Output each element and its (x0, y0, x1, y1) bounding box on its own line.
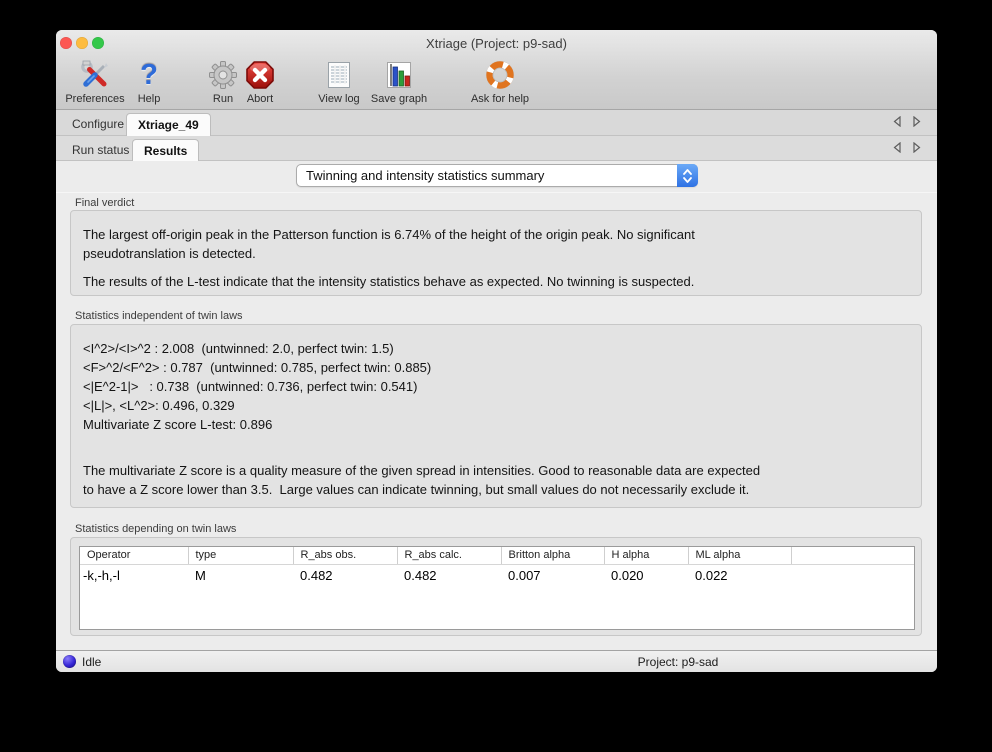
column-header-blank (791, 547, 914, 564)
bar-graph-icon (382, 58, 416, 92)
cell-r-abs-obs: 0.482 (293, 564, 397, 583)
toolbar-button-label: Save graph (371, 93, 427, 105)
toolbar-button-label: Preferences (65, 93, 124, 105)
twin-independent-box: <I^2>/<I>^2 : 2.008 (untwinned: 2.0, per… (70, 324, 922, 508)
final-verdict-paragraph: The results of the L-test indicate that … (83, 272, 909, 291)
toolbar-button-label: Ask for help (471, 93, 529, 105)
tab-scroll-left-icon[interactable] (893, 142, 901, 153)
toolbar-button-label: View log (318, 93, 359, 105)
window-title: Xtriage (Project: p9-sad) (56, 36, 937, 51)
tab-run-status[interactable]: Run status (61, 139, 140, 162)
tab-scroll-right-icon[interactable] (913, 116, 921, 127)
separator-line (56, 192, 937, 193)
tab-configure[interactable]: Configure (61, 113, 135, 136)
column-header-ml-alpha[interactable]: ML alpha (688, 547, 791, 564)
tab-scroll-left-icon[interactable] (893, 116, 901, 127)
help-button[interactable]: ? Help (129, 58, 169, 108)
final-verdict-paragraph: The largest off-origin peak in the Patte… (83, 225, 909, 263)
column-header-h-alpha[interactable]: H alpha (604, 547, 688, 564)
project-label: Project: p9-sad (618, 655, 738, 669)
column-header-r-abs-obs[interactable]: R_abs obs. (293, 547, 397, 564)
window-chrome: Xtriage (Project: p9-sad) Preferences ? … (56, 30, 937, 110)
preferences-button[interactable]: Preferences (60, 58, 130, 108)
column-header-type[interactable]: type (188, 547, 293, 564)
tab-xtriage-49[interactable]: Xtriage_49 (126, 113, 211, 136)
section-title-twin-dependent: Statistics depending on twin laws (75, 523, 236, 535)
save-graph-button[interactable]: Save graph (366, 58, 432, 108)
tab-results[interactable]: Results (132, 139, 199, 162)
tab-scroll-right-icon[interactable] (913, 142, 921, 153)
main-tab-bar: Configure Xtriage_49 (56, 110, 937, 136)
twin-dependent-box: Operator type R_abs obs. R_abs calc. Bri… (70, 537, 922, 636)
toolbar-button-label: Abort (247, 93, 273, 105)
toolbar-button-label: Run (213, 93, 233, 105)
statusbar: Idle Project: p9-sad (56, 651, 937, 672)
column-header-r-abs-calc[interactable]: R_abs calc. (397, 547, 501, 564)
section-title-twin-independent: Statistics independent of twin laws (75, 310, 243, 322)
report-section-select[interactable]: Twinning and intensity statistics summar… (296, 164, 698, 187)
chevron-up-down-icon (677, 164, 698, 187)
table-header-row: Operator type R_abs obs. R_abs calc. Bri… (80, 547, 914, 564)
results-panel: Twinning and intensity statistics summar… (56, 161, 937, 650)
view-log-button[interactable]: View log (313, 58, 365, 108)
cell-r-abs-calc: 0.482 (397, 564, 501, 583)
status-text: Idle (82, 655, 101, 669)
intensity-statistics-values: <I^2>/<I>^2 : 2.008 (untwinned: 2.0, per… (83, 339, 909, 434)
cell-operator: -k,-h,-l (80, 564, 188, 583)
twin-law-table: Operator type R_abs obs. R_abs calc. Bri… (79, 546, 915, 630)
status-indicator-icon (63, 655, 76, 668)
final-verdict-box: The largest off-origin peak in the Patte… (70, 210, 922, 296)
cell-britton-alpha: 0.007 (501, 564, 604, 583)
cell-type: M (188, 564, 293, 583)
ask-for-help-button[interactable]: Ask for help (464, 58, 536, 108)
log-icon (322, 58, 356, 92)
tools-icon (78, 58, 112, 92)
xtriage-window: Xtriage (Project: p9-sad) Preferences ? … (56, 30, 937, 672)
cell-blank (791, 564, 914, 583)
toolbar-button-label: Help (138, 93, 161, 105)
titlebar[interactable]: Xtriage (Project: p9-sad) (56, 30, 937, 56)
gear-icon (206, 58, 240, 92)
report-section-select-value: Twinning and intensity statistics summar… (297, 168, 677, 183)
cell-h-alpha: 0.020 (604, 564, 688, 583)
section-title-final-verdict: Final verdict (75, 197, 134, 209)
cell-ml-alpha: 0.022 (688, 564, 791, 583)
abort-button[interactable]: Abort (237, 58, 283, 108)
column-header-britton-alpha[interactable]: Britton alpha (501, 547, 604, 564)
z-score-note: The multivariate Z score is a quality me… (83, 461, 909, 499)
abort-icon (243, 58, 277, 92)
help-icon: ? (132, 58, 166, 92)
lifebuoy-icon (483, 58, 517, 92)
sub-tab-bar: Run status Results (56, 136, 937, 161)
table-row[interactable]: -k,-h,-l M 0.482 0.482 0.007 0.020 0.022 (80, 564, 914, 583)
column-header-operator[interactable]: Operator (80, 547, 188, 564)
